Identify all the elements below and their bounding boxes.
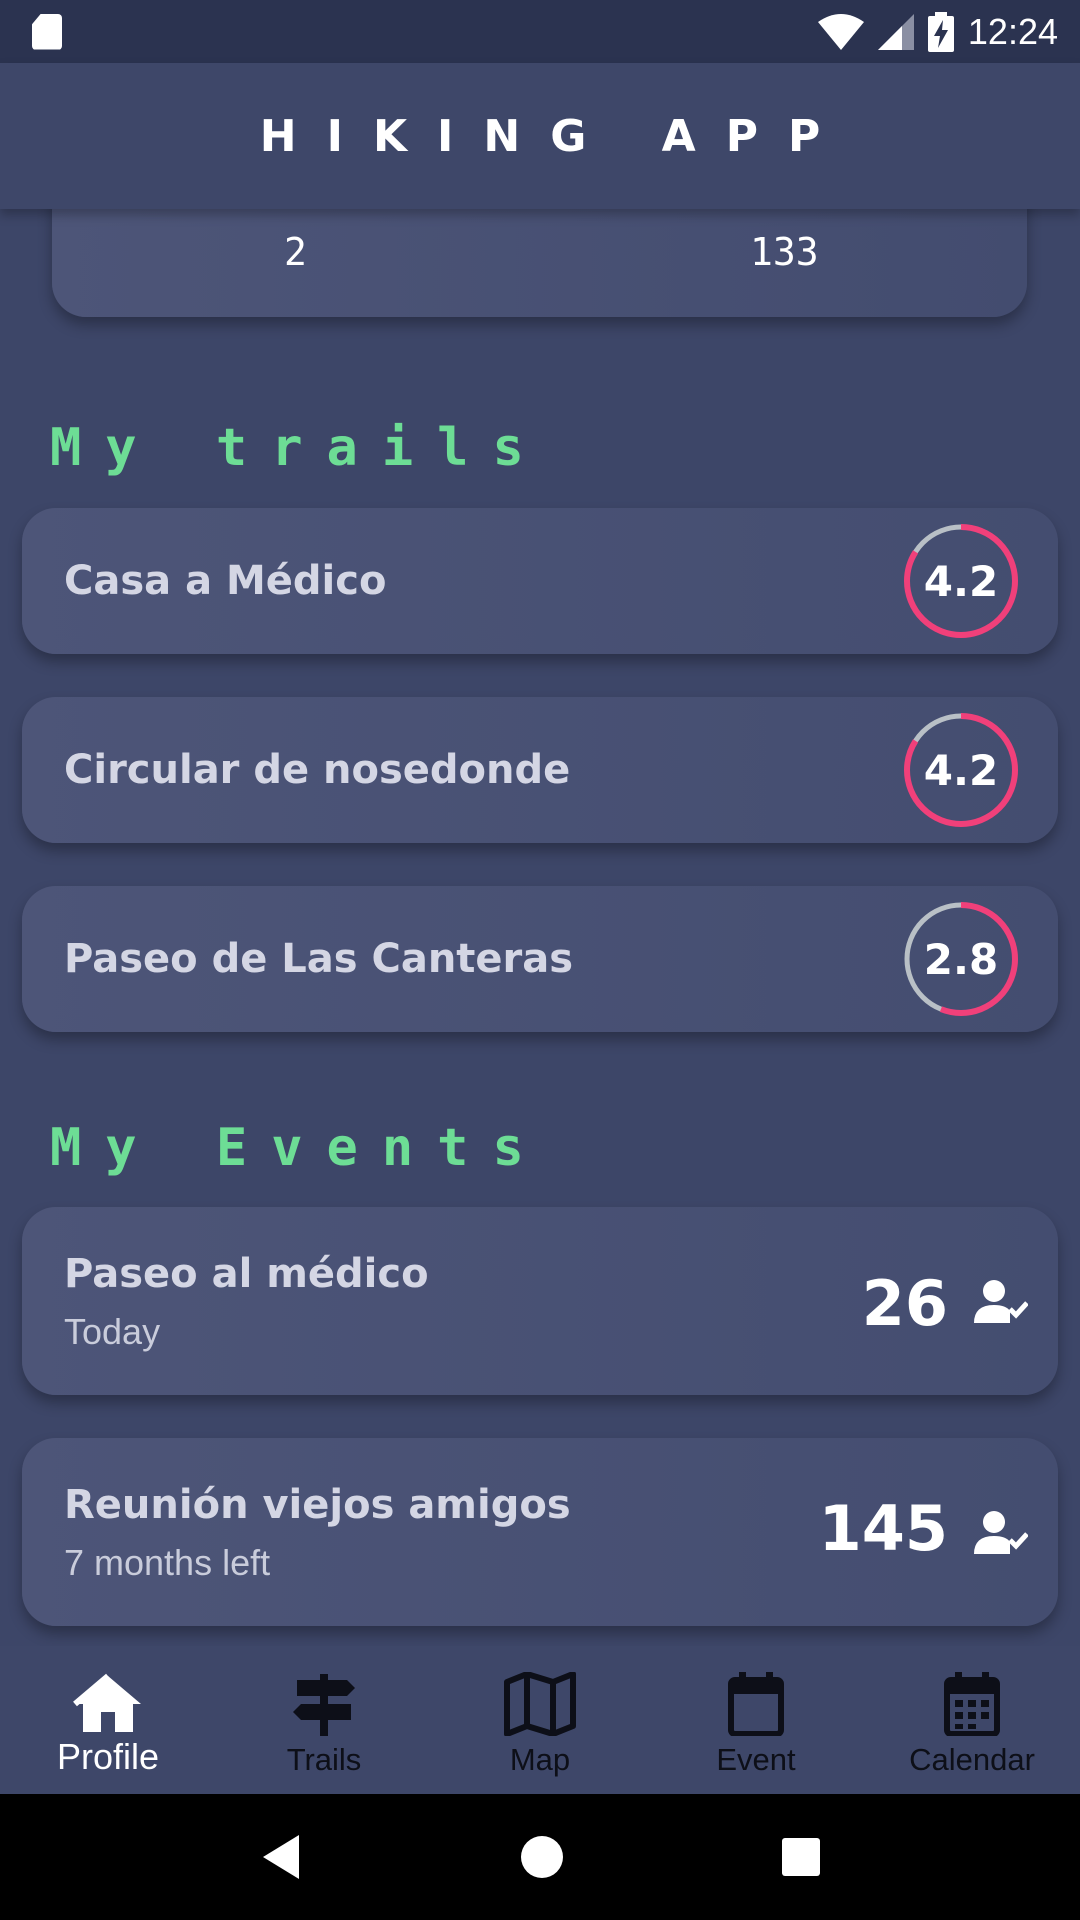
rating-value: 4.2: [923, 556, 999, 606]
bottom-navigation: Profile Trails Map Event Calendar: [0, 1646, 1080, 1794]
attendee-count: 145: [818, 1492, 948, 1565]
nav-label: Event: [716, 1742, 796, 1777]
nav-label: Trails: [286, 1742, 362, 1777]
nav-calendar[interactable]: Calendar: [864, 1646, 1080, 1794]
trail-name: Casa a Médico: [64, 558, 387, 604]
user-check-icon: [974, 1511, 1028, 1554]
app-header: HIKING APP: [0, 63, 1080, 209]
event-name: Paseo al médico: [64, 1251, 429, 1297]
sd-card-icon: [32, 13, 62, 50]
calendar-icon: [944, 1672, 1000, 1736]
event-icon: [728, 1672, 784, 1736]
battery-charging-icon: [927, 11, 954, 52]
clock: 12:24: [967, 10, 1058, 52]
event-card[interactable]: Paseo al médico Today 26: [22, 1207, 1058, 1395]
stat-value-2: 133: [750, 230, 819, 274]
trail-card[interactable]: Paseo de Las Canteras 2.8: [22, 886, 1058, 1032]
nav-trails[interactable]: Trails: [216, 1646, 432, 1794]
attendee-count: 26: [861, 1267, 948, 1340]
rating-value: 4.2: [923, 745, 999, 795]
event-name: Reunión viejos amigos: [64, 1482, 571, 1528]
trail-name: Circular de nosedonde: [64, 747, 571, 793]
nav-label: Map: [509, 1742, 571, 1777]
nav-map[interactable]: Map: [432, 1646, 648, 1794]
status-bar: 12:24: [0, 0, 1080, 63]
stat-value-1: 2: [284, 230, 307, 274]
nav-profile[interactable]: Profile: [0, 1646, 216, 1794]
status-icons: 12:24: [817, 10, 1058, 53]
rating-ring: 4.2: [902, 522, 1020, 640]
signpost-icon: [293, 1674, 355, 1736]
trail-card[interactable]: Casa a Médico 4.2: [22, 508, 1058, 654]
nav-label: Profile: [56, 1736, 160, 1777]
home-circle-icon[interactable]: [520, 1835, 564, 1879]
recents-icon[interactable]: [781, 1837, 821, 1877]
event-card[interactable]: Reunión viejos amigos 7 months left 145: [22, 1438, 1058, 1626]
trail-name: Paseo de Las Canteras: [64, 936, 574, 982]
nav-event[interactable]: Event: [648, 1646, 864, 1794]
system-navigation-bar: [0, 1794, 1080, 1920]
back-icon[interactable]: [259, 1833, 303, 1881]
my-events-heading: My Events: [50, 1118, 548, 1178]
home-icon: [73, 1673, 141, 1732]
event-time: Today: [64, 1311, 161, 1352]
map-icon: [504, 1672, 576, 1736]
signal-icon: [877, 13, 914, 50]
rating-ring: 4.2: [902, 711, 1020, 829]
app-title: HIKING APP: [259, 110, 851, 162]
event-time: 7 months left: [64, 1542, 271, 1583]
my-trails-heading: My trails: [50, 418, 548, 478]
rating-ring: 2.8: [902, 900, 1020, 1018]
trail-card[interactable]: Circular de nosedonde 4.2: [22, 697, 1058, 843]
nav-label: Calendar: [909, 1742, 1035, 1777]
rating-value: 2.8: [923, 934, 999, 984]
user-check-icon: [974, 1280, 1028, 1323]
wifi-icon: [817, 13, 864, 50]
